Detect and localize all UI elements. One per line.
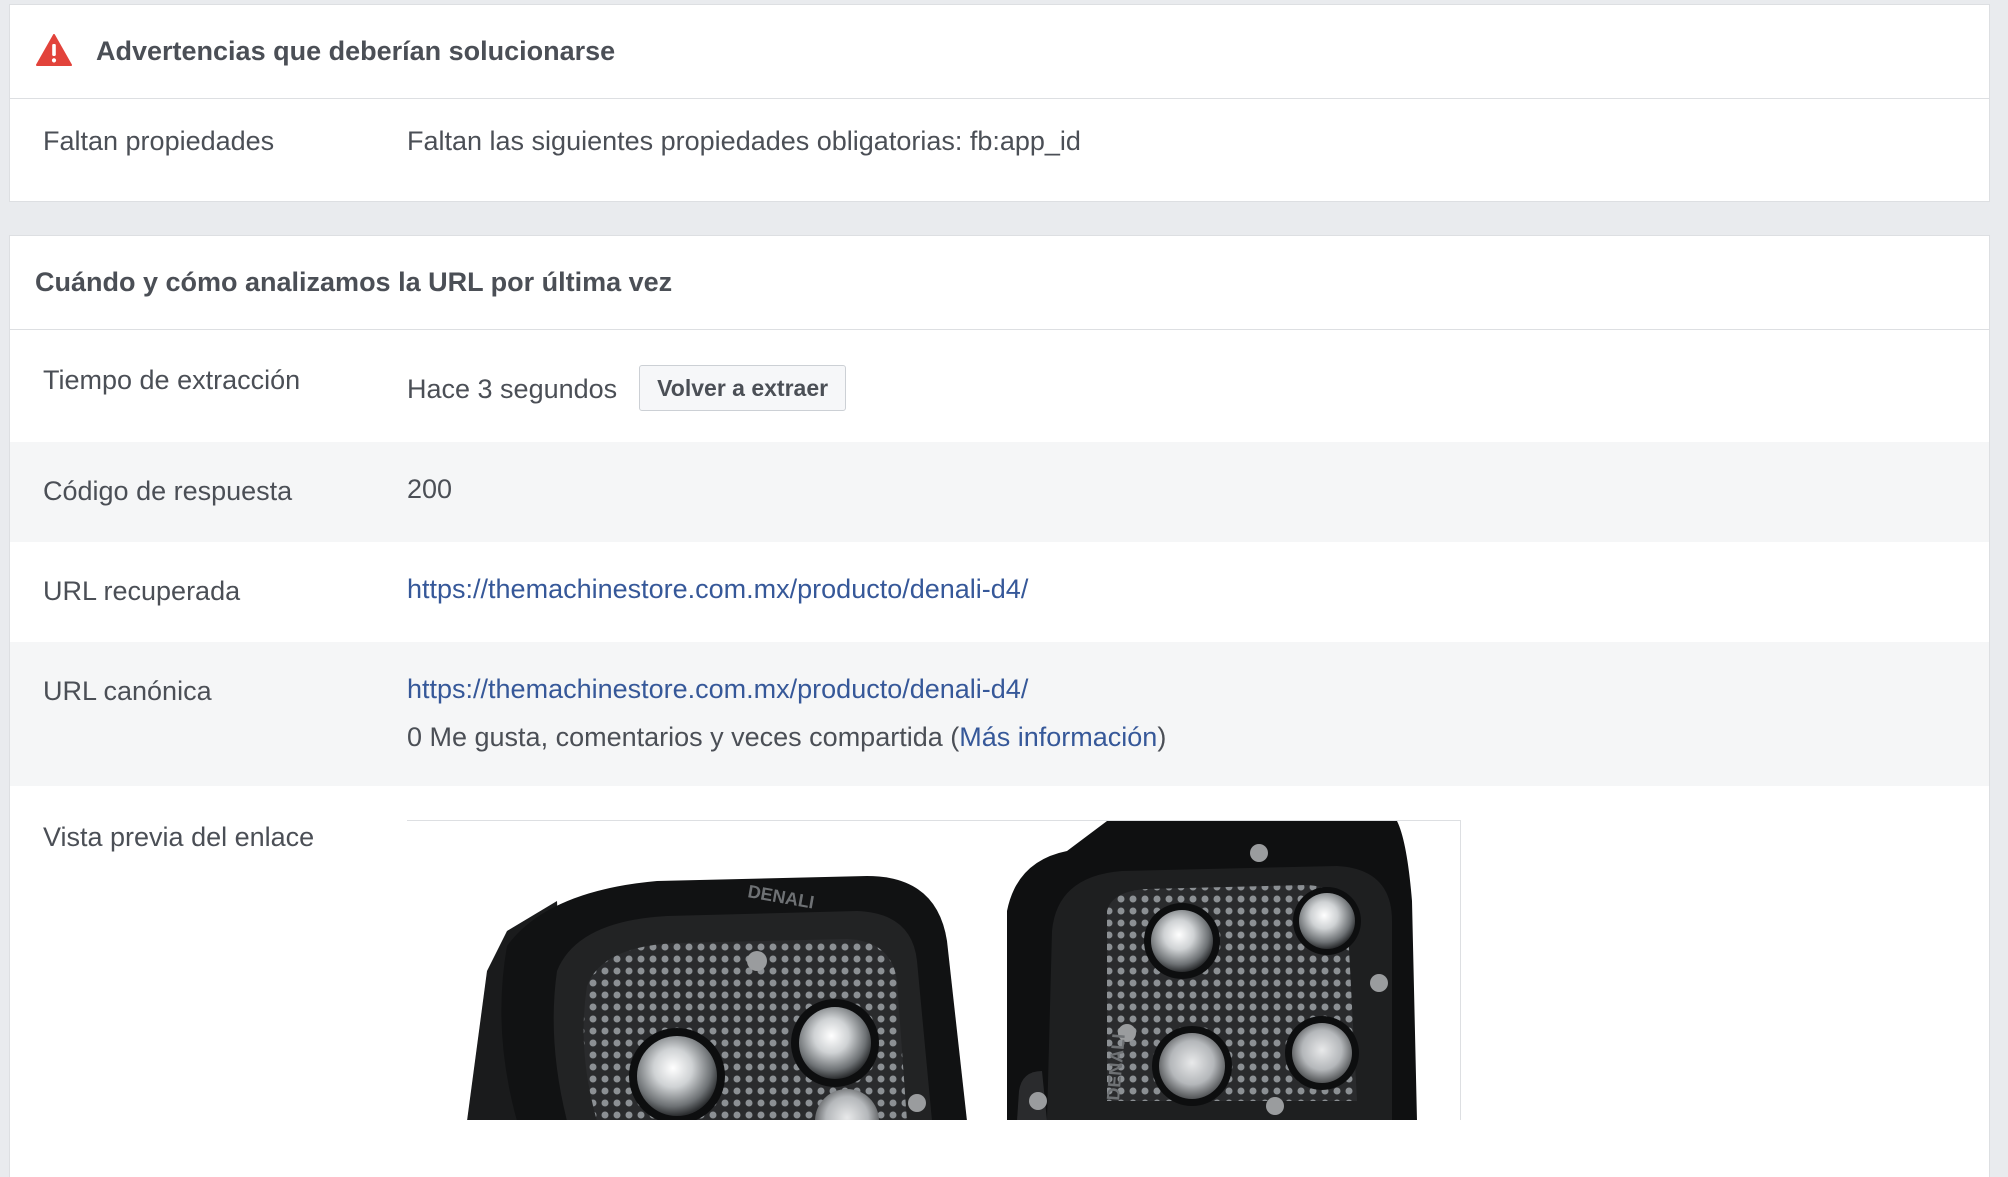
scrape-info-header: Cuándo y cómo analizamos la URL por últi… [10, 236, 1989, 330]
fetched-url-label: URL recuperada [43, 576, 241, 606]
canonical-url-link[interactable]: https://themachinestore.com.mx/producto/… [407, 674, 1028, 705]
fetch-time-value: Hace 3 segundos [407, 374, 618, 405]
scrape-info-title: Cuándo y cómo analizamos la URL por últi… [35, 267, 673, 297]
response-code-row: Código de respuesta 200 [10, 442, 1989, 542]
engagement-prefix: 0 Me gusta, comentarios y veces comparti… [407, 722, 960, 752]
link-preview-row: Vista previa del enlace DENALI DENALI [10, 786, 1989, 1177]
warning-triangle-icon [36, 33, 72, 66]
canonical-url-row: URL canónica https://themachinestore.com… [10, 642, 1989, 786]
canonical-url-label: URL canónica [43, 676, 212, 706]
sharing-debugger-page: Advertencias que deberían solucionarse F… [0, 0, 2008, 1177]
warnings-card: Advertencias que deberían solucionarse F… [9, 4, 1990, 202]
engagement-text: 0 Me gusta, comentarios y veces comparti… [407, 722, 1166, 753]
fetch-time-value-wrap: Hace 3 segundos Volver a extraer [407, 365, 847, 414]
link-preview-image[interactable]: DENALI DENALI [407, 820, 1461, 1120]
scrape-again-button[interactable]: Volver a extraer [639, 365, 847, 411]
warnings-title: Advertencias que deberían solucionarse [96, 36, 616, 66]
fetched-url-row: URL recuperada https://themachinestore.c… [10, 542, 1989, 642]
more-info-link[interactable]: Más información [959, 722, 1157, 752]
fetch-time-label: Tiempo de extracción [43, 365, 301, 395]
link-preview-label: Vista previa del enlace [43, 822, 315, 852]
warnings-header: Advertencias que deberían solucionarse [10, 5, 1989, 99]
engagement-suffix: ) [1157, 722, 1167, 752]
scrape-info-card: Cuándo y cómo analizamos la URL por últi… [9, 235, 1990, 1177]
response-code-label: Código de respuesta [43, 476, 293, 506]
missing-properties-label: Faltan propiedades [43, 126, 275, 156]
left-light: DENALI [467, 876, 967, 1120]
response-code-value: 200 [407, 474, 453, 504]
fetched-url-link[interactable]: https://themachinestore.com.mx/producto/… [407, 574, 1028, 605]
missing-properties-value: Faltan las siguientes propiedades obliga… [407, 126, 1081, 156]
fetch-time-row: Tiempo de extracción Hace 3 segundos Volv… [10, 330, 1989, 442]
right-light: DENALI [1007, 821, 1417, 1120]
missing-properties-row: Faltan propiedades Faltan las siguientes… [10, 99, 1989, 201]
product-image: DENALI DENALI [407, 821, 1460, 1120]
